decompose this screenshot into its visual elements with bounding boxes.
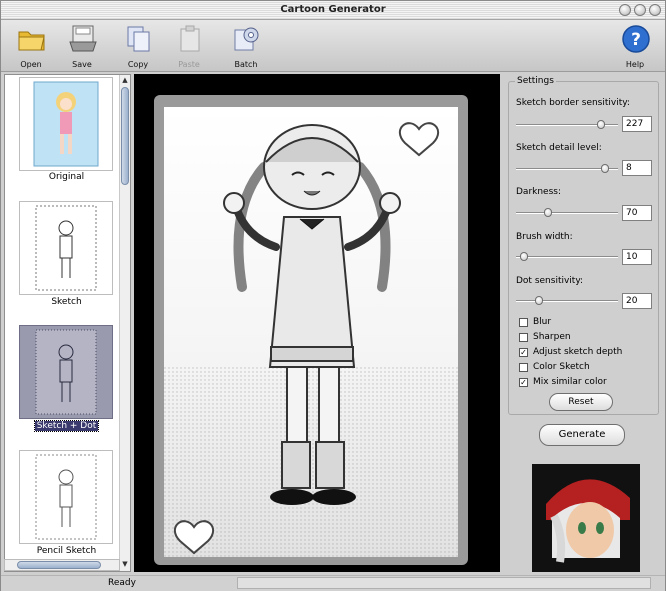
thumbnail-sketch-dot[interactable]	[19, 325, 113, 419]
original-thumbnail-image	[33, 81, 99, 167]
open-label: Open	[20, 60, 42, 69]
sharpen-checkbox[interactable]	[519, 333, 528, 342]
slider-label: Sketch border sensitivity:	[516, 98, 630, 108]
adjust-sketch-depth-checkbox[interactable]: ✓	[519, 348, 528, 357]
sketch-dot-thumbnail-image	[35, 329, 97, 415]
dot-sensitivity-input[interactable]: 20	[622, 293, 652, 309]
preview-canvas	[134, 74, 500, 572]
help-label: Help	[625, 60, 645, 69]
copy-button[interactable]: Copy	[118, 22, 158, 70]
slider-knob[interactable]	[544, 208, 552, 217]
batch-label: Batch	[234, 60, 258, 69]
darkness-input[interactable]: 70	[622, 205, 652, 221]
status-bar: Ready	[1, 575, 665, 591]
maximize-button[interactable]	[634, 4, 646, 16]
slider-knob[interactable]	[601, 164, 609, 173]
slider-knob[interactable]	[597, 120, 605, 129]
thumbnail-label: Original	[48, 172, 85, 182]
thumbnail-vertical-scrollbar[interactable]: ▲ ▼	[119, 75, 130, 571]
decorative-frame	[154, 95, 468, 565]
blur-checkbox[interactable]	[519, 318, 528, 327]
folder-icon	[18, 31, 45, 51]
sketch-border-sensitivity-slider[interactable]	[516, 120, 618, 129]
horizontal-scroll-thumb[interactable]	[17, 561, 101, 569]
checkbox-label: Adjust sketch depth	[533, 347, 623, 357]
thumbnail-sketch[interactable]	[19, 201, 113, 295]
settings-title: Settings	[515, 76, 556, 86]
brush-width-input[interactable]: 10	[622, 249, 652, 265]
help-button[interactable]: ? Help	[615, 22, 655, 70]
brush-width-slider[interactable]	[516, 252, 618, 261]
slider-label: Darkness:	[516, 187, 562, 197]
svg-text:?: ?	[631, 30, 641, 50]
paste-icon	[180, 25, 200, 52]
save-icon	[69, 25, 97, 52]
settings-group: Settings Sketch border sensitivity: 227 …	[508, 76, 659, 415]
slider-label: Sketch detail level:	[516, 143, 602, 153]
reset-button[interactable]: Reset	[549, 393, 613, 411]
open-button[interactable]: Open	[11, 22, 51, 70]
thumbnail-original[interactable]	[19, 77, 113, 171]
toolbar: Open Save Copy Paste Batch ? Help	[1, 20, 665, 72]
close-button[interactable]	[649, 4, 661, 16]
status-text: Ready	[108, 578, 136, 588]
mix-similar-color-checkbox[interactable]: ✓	[519, 378, 528, 387]
color-sketch-checkbox[interactable]	[519, 363, 528, 372]
scroll-up-arrow[interactable]: ▲	[120, 75, 130, 86]
window-title: Cartoon Generator	[280, 4, 386, 15]
cartoon-girl-sketch	[164, 122, 458, 557]
scroll-thumb[interactable]	[121, 87, 129, 185]
selected-thumbnail-label: Sketch + Dot	[33, 420, 100, 432]
copy-icon	[127, 26, 150, 52]
checkbox-label: Mix similar color	[533, 377, 607, 387]
slider-label: Dot sensitivity:	[516, 276, 584, 286]
sketch-thumbnail-image	[35, 205, 97, 291]
sketch-border-sensitivity-input[interactable]: 227	[622, 116, 652, 132]
checkbox-label: Blur	[533, 317, 552, 327]
sketch-preview-image	[164, 107, 458, 557]
scroll-down-arrow[interactable]: ▼	[120, 559, 130, 570]
pencil-sketch-thumbnail-image	[35, 454, 97, 540]
checkbox-label: Sharpen	[533, 332, 571, 342]
thumbnail-horizontal-scrollbar[interactable]	[4, 559, 120, 571]
thumbnail-label: Sketch	[51, 297, 82, 307]
darkness-slider[interactable]	[516, 208, 618, 217]
minimize-button[interactable]	[619, 4, 631, 16]
thumbnail-list[interactable]: Original Sketch Sketch + Dot Pencil Sket…	[4, 74, 131, 572]
sketch-detail-level-slider[interactable]	[516, 164, 618, 173]
avatar-portrait	[532, 464, 640, 572]
slider-knob[interactable]	[520, 252, 528, 261]
title-bar: Cartoon Generator	[1, 1, 665, 20]
paste-label: Paste	[178, 60, 200, 69]
copy-label: Copy	[127, 60, 149, 69]
thumbnail-label: Pencil Sketch	[36, 546, 97, 556]
avatar-preview-image	[532, 464, 640, 572]
dot-sensitivity-slider[interactable]	[516, 296, 618, 305]
help-icon: ?	[622, 25, 650, 53]
checkbox-label: Color Sketch	[533, 362, 590, 372]
slider-label: Brush width:	[516, 232, 573, 242]
sketch-detail-level-input[interactable]: 8	[622, 160, 652, 176]
save-button[interactable]: Save	[62, 22, 102, 70]
status-progress-area	[237, 577, 651, 589]
app-window: Cartoon Generator Open Save Copy Paste B…	[0, 0, 666, 591]
paste-button[interactable]: Paste	[169, 22, 209, 70]
slider-knob[interactable]	[535, 296, 543, 305]
thumbnail-label: Sketch + Dot	[5, 420, 128, 432]
save-label: Save	[72, 60, 92, 69]
batch-icon	[234, 27, 259, 51]
batch-button[interactable]: Batch	[226, 22, 266, 70]
thumbnail-pencil-sketch[interactable]	[19, 450, 113, 544]
generate-button[interactable]: Generate	[539, 424, 625, 446]
